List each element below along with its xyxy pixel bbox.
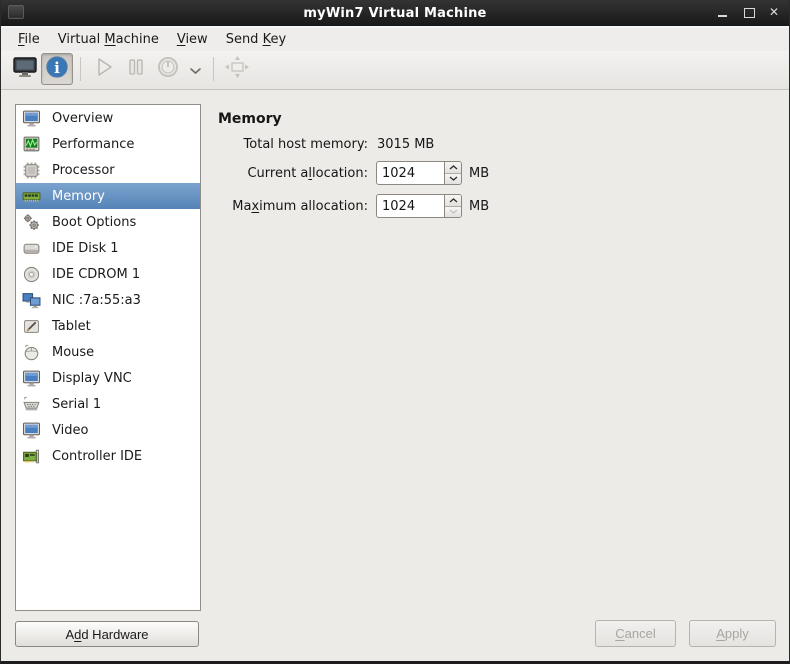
spin-down-button[interactable] bbox=[445, 172, 461, 184]
memory-icon bbox=[22, 187, 41, 206]
info-icon: i bbox=[44, 54, 70, 84]
sidebar-item-label: Tablet bbox=[52, 318, 91, 334]
sidebar-item-label: Display VNC bbox=[52, 370, 132, 386]
play-icon bbox=[91, 55, 117, 83]
sidebar-item-label: Overview bbox=[52, 110, 114, 126]
sidebar-item-label: Video bbox=[52, 422, 89, 438]
monitor-icon bbox=[22, 109, 41, 128]
maximum-allocation-row: Maximum allocation: MB bbox=[218, 194, 779, 218]
sidebar-item-label: Serial 1 bbox=[52, 396, 102, 412]
processor-icon bbox=[22, 161, 41, 180]
menu-virtual-machine[interactable]: Virtual Machine bbox=[49, 30, 168, 49]
monitor-icon bbox=[22, 369, 41, 388]
window-title: myWin7 Virtual Machine bbox=[303, 5, 487, 21]
console-monitor-icon bbox=[12, 55, 38, 83]
sidebar-item-label: Controller IDE bbox=[52, 448, 143, 464]
sidebar-item-label: Boot Options bbox=[52, 214, 137, 230]
maximum-allocation-unit: MB bbox=[469, 198, 490, 214]
sidebar-item-label: Processor bbox=[52, 162, 115, 178]
pause-button bbox=[120, 53, 152, 85]
details-view-button[interactable]: i bbox=[41, 53, 73, 85]
hardware-list: Overview Performance Processor Memory Bo… bbox=[15, 104, 201, 611]
run-button bbox=[88, 53, 120, 85]
menu-file[interactable]: File bbox=[9, 30, 49, 49]
sidebar-item-tablet[interactable]: Tablet bbox=[16, 313, 200, 339]
menubar: File Virtual Machine View Send Key bbox=[1, 28, 789, 51]
spin-up-button[interactable] bbox=[445, 162, 461, 173]
tablet-icon bbox=[22, 317, 41, 336]
vm-details-window: myWin7 Virtual Machine File Virtual Mach… bbox=[0, 0, 790, 664]
maximum-allocation-input[interactable] bbox=[377, 195, 444, 217]
pause-icon bbox=[125, 55, 147, 83]
sidebar-item-controller-ide[interactable]: Controller IDE bbox=[16, 443, 200, 469]
maximum-allocation-label: Maximum allocation: bbox=[232, 198, 368, 214]
current-allocation-row: Current allocation: MB bbox=[218, 161, 779, 185]
monitor-icon bbox=[22, 421, 41, 440]
svg-text:i: i bbox=[54, 59, 60, 77]
toolbar-separator bbox=[213, 57, 214, 81]
cancel-button: Cancel bbox=[595, 620, 676, 647]
serial-icon bbox=[22, 395, 41, 414]
sidebar-item-label: IDE CDROM 1 bbox=[52, 266, 141, 282]
close-icon[interactable] bbox=[769, 5, 781, 19]
window-controls bbox=[717, 0, 781, 26]
current-allocation-label: Current allocation: bbox=[247, 165, 368, 181]
sidebar-item-display-vnc[interactable]: Display VNC bbox=[16, 365, 200, 391]
toolbar: i bbox=[1, 51, 789, 90]
maximize-icon[interactable] bbox=[743, 7, 755, 19]
memory-panel: Memory Total host memory: 3015 MB Curren… bbox=[218, 111, 779, 227]
spin-up-button[interactable] bbox=[445, 195, 461, 206]
spin-down-button bbox=[445, 205, 461, 217]
sidebar-item-mouse[interactable]: Mouse bbox=[16, 339, 200, 365]
total-host-memory-value: 3015 MB bbox=[377, 137, 435, 152]
current-allocation-input[interactable] bbox=[377, 162, 444, 184]
sidebar-item-overview[interactable]: Overview bbox=[16, 105, 200, 131]
sidebar-item-label: Memory bbox=[52, 188, 105, 204]
fullscreen-button bbox=[221, 53, 253, 85]
nic-icon bbox=[22, 291, 41, 310]
menu-view[interactable]: View bbox=[168, 30, 217, 49]
sidebar-item-memory[interactable]: Memory bbox=[16, 183, 200, 209]
current-allocation-spinbox bbox=[376, 161, 462, 185]
sidebar-item-serial-1[interactable]: Serial 1 bbox=[16, 391, 200, 417]
power-icon bbox=[154, 54, 182, 84]
menu-send-key[interactable]: Send Key bbox=[217, 30, 295, 49]
sidebar-item-processor[interactable]: Processor bbox=[16, 157, 200, 183]
main-area: Overview Performance Processor Memory Bo… bbox=[1, 91, 789, 661]
fullscreen-move-icon bbox=[222, 54, 252, 84]
toolbar-separator bbox=[80, 57, 81, 81]
gears-icon bbox=[22, 213, 41, 232]
disk-icon bbox=[22, 239, 41, 258]
sidebar-item-label: Performance bbox=[52, 136, 135, 152]
total-host-memory-row: Total host memory: 3015 MB bbox=[218, 137, 779, 152]
titlebar: myWin7 Virtual Machine bbox=[1, 0, 789, 26]
sidebar-item-ide-disk-1[interactable]: IDE Disk 1 bbox=[16, 235, 200, 261]
sidebar-item-boot-options[interactable]: Boot Options bbox=[16, 209, 200, 235]
sidebar-item-performance[interactable]: Performance bbox=[16, 131, 200, 157]
console-view-button[interactable] bbox=[9, 53, 41, 85]
controller-icon bbox=[22, 447, 41, 466]
apply-button: Apply bbox=[689, 620, 776, 647]
total-host-memory-label: Total host memory: bbox=[243, 137, 368, 152]
sidebar-item-label: IDE Disk 1 bbox=[52, 240, 119, 256]
sidebar-item-ide-cdrom-1[interactable]: IDE CDROM 1 bbox=[16, 261, 200, 287]
sidebar-item-nic[interactable]: NIC :7a:55:a3 bbox=[16, 287, 200, 313]
add-hardware-button[interactable]: Add Hardware bbox=[15, 621, 199, 647]
sidebar-item-label: NIC :7a:55:a3 bbox=[52, 292, 141, 308]
sidebar-item-label: Mouse bbox=[52, 344, 95, 360]
minimize-icon[interactable] bbox=[717, 7, 729, 19]
cdrom-icon bbox=[22, 265, 41, 284]
maximum-allocation-spinbox bbox=[376, 194, 462, 218]
current-allocation-unit: MB bbox=[469, 165, 490, 181]
shutdown-menu-button[interactable] bbox=[184, 53, 206, 85]
mouse-icon bbox=[22, 343, 41, 362]
panel-heading: Memory bbox=[218, 111, 282, 127]
sidebar-item-video[interactable]: Video bbox=[16, 417, 200, 443]
chevron-down-icon bbox=[189, 60, 202, 79]
shutdown-button bbox=[152, 53, 184, 85]
performance-icon bbox=[22, 135, 41, 154]
app-icon bbox=[8, 5, 24, 19]
